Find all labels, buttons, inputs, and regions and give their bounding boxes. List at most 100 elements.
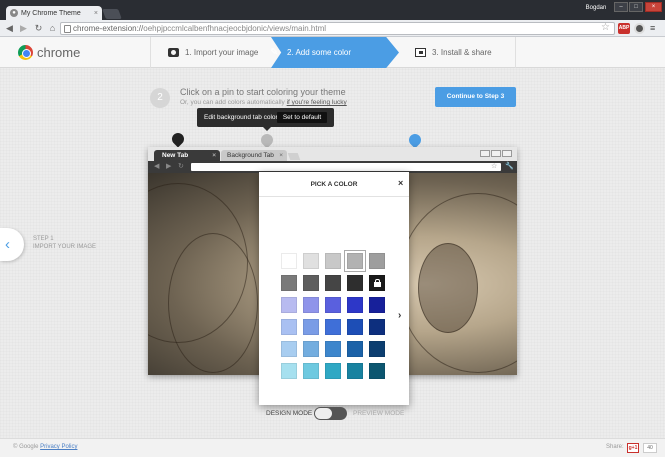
toggle-knob bbox=[315, 408, 332, 419]
preview-active-tab: New Tab × bbox=[154, 150, 220, 161]
copyright-text: © Google bbox=[13, 444, 41, 450]
step-add-color[interactable]: ✎ 2. Add some color bbox=[270, 37, 395, 68]
preview-mode-label: PREVIEW MODE bbox=[353, 410, 405, 417]
privacy-policy-link[interactable]: Privacy Policy bbox=[40, 444, 77, 450]
color-swatch[interactable] bbox=[325, 363, 341, 379]
color-swatch[interactable] bbox=[345, 251, 365, 271]
address-bar[interactable]: chrome-extension://oehpjpccmlcalbenfhnac… bbox=[60, 22, 615, 35]
footer-copyright: © Google Privacy Policy bbox=[13, 444, 77, 450]
previous-step-button[interactable]: ‹ bbox=[0, 228, 24, 261]
forward-arrow-icon[interactable]: ▶ bbox=[18, 23, 29, 34]
profile-name[interactable]: Bogdan bbox=[582, 3, 610, 13]
instruction-heading: Click on a pin to start coloring your th… bbox=[180, 87, 346, 97]
adblock-extension-icon[interactable]: ABP bbox=[618, 23, 630, 34]
next-page-arrow-icon[interactable]: › bbox=[398, 310, 401, 321]
extension-icon[interactable] bbox=[634, 23, 645, 34]
color-swatch[interactable] bbox=[303, 363, 319, 379]
paintbrush-icon: ✎ bbox=[270, 47, 279, 58]
color-swatch[interactable] bbox=[369, 275, 385, 291]
back-arrow-icon[interactable]: ◀ bbox=[4, 23, 15, 34]
color-swatch[interactable] bbox=[369, 253, 385, 269]
color-swatch[interactable] bbox=[281, 275, 297, 291]
camera-icon bbox=[168, 48, 179, 57]
picker-title: PICK A COLOR bbox=[310, 181, 358, 188]
preview-background-tab: Background Tab × bbox=[221, 150, 287, 161]
theme-creator-page: chrome 1. Import your image ✎ 2. Add som… bbox=[0, 37, 665, 457]
color-swatch[interactable] bbox=[303, 341, 319, 357]
pin-frame-icon[interactable] bbox=[169, 130, 187, 148]
step-import-image[interactable]: 1. Import your image bbox=[168, 37, 278, 68]
step-label: 3. Install & share bbox=[432, 48, 492, 57]
preview-tab-label: New Tab bbox=[162, 152, 189, 159]
color-swatch[interactable] bbox=[347, 363, 363, 379]
picker-divider bbox=[259, 196, 409, 197]
menu-icon[interactable]: ≡ bbox=[650, 23, 659, 34]
set-default-button[interactable]: Set to default bbox=[277, 112, 327, 123]
tab-close-icon[interactable]: × bbox=[94, 10, 98, 17]
color-swatch[interactable] bbox=[347, 297, 363, 313]
step-label: 1. Import your image bbox=[185, 48, 259, 57]
minimize-button[interactable]: – bbox=[614, 2, 628, 12]
previous-step-number: STEP 1 bbox=[33, 236, 54, 242]
color-swatch[interactable] bbox=[369, 319, 385, 335]
bookmark-star-icon[interactable]: ☆ bbox=[601, 22, 610, 33]
color-swatch[interactable] bbox=[281, 253, 297, 269]
browser-toolbar: ◀ ▶ ↻ ⌂ chrome-extension://oehpjpccmlcal… bbox=[0, 20, 665, 37]
picker-close-icon[interactable]: × bbox=[398, 178, 403, 188]
color-swatch[interactable] bbox=[369, 297, 385, 313]
google-plus-button[interactable]: g+1 bbox=[627, 443, 639, 453]
maximize-button[interactable]: □ bbox=[629, 2, 643, 12]
preview-star-icon: ☆ bbox=[491, 163, 498, 170]
theme-favicon-icon: ● bbox=[10, 9, 18, 17]
lock-icon bbox=[374, 279, 381, 287]
install-box-icon bbox=[415, 48, 426, 57]
mode-toggle[interactable] bbox=[314, 407, 347, 420]
page-header: chrome 1. Import your image ✎ 2. Add som… bbox=[0, 37, 665, 68]
preview-tab-close-icon: × bbox=[279, 152, 283, 159]
color-swatch[interactable] bbox=[281, 319, 297, 335]
reload-icon[interactable]: ↻ bbox=[33, 23, 44, 34]
share-label: Share: bbox=[606, 444, 624, 450]
color-swatch[interactable] bbox=[325, 297, 341, 313]
chrome-logo: chrome bbox=[18, 45, 80, 60]
tooltip-label: Edit background tab color bbox=[204, 114, 278, 121]
new-tab-button[interactable] bbox=[102, 9, 122, 19]
browser-tab[interactable]: ● My Chrome Theme × bbox=[6, 6, 102, 20]
color-swatch[interactable] bbox=[347, 319, 363, 335]
design-mode-label: DESIGN MODE bbox=[266, 410, 313, 417]
preview-back-icon: ◀ bbox=[154, 163, 160, 170]
pin-toolbar-icon[interactable] bbox=[406, 131, 424, 149]
preview-new-tab-button bbox=[287, 153, 301, 160]
logo-text: chrome bbox=[37, 45, 81, 60]
share-count: 40 bbox=[643, 443, 657, 453]
color-swatch[interactable] bbox=[347, 275, 363, 291]
close-window-button[interactable]: × bbox=[645, 2, 662, 12]
home-icon[interactable]: ⌂ bbox=[47, 23, 58, 34]
color-swatch[interactable] bbox=[369, 363, 385, 379]
color-picker-dialog: PICK A COLOR × › bbox=[259, 172, 409, 405]
color-swatch[interactable] bbox=[325, 341, 341, 357]
feeling-lucky-link[interactable]: if you're feeling lucky bbox=[287, 99, 347, 106]
previous-step-name: IMPORT YOUR IMAGE bbox=[33, 244, 97, 250]
continue-step3-button[interactable]: Continue to Step 3 bbox=[435, 87, 516, 107]
color-swatch[interactable] bbox=[303, 319, 319, 335]
instruction-subtext-prefix: Or, you can add colors automatically bbox=[180, 99, 287, 106]
step-install-share[interactable]: 3. Install & share bbox=[415, 37, 525, 68]
chrome-logo-icon bbox=[18, 45, 33, 60]
color-swatch[interactable] bbox=[281, 341, 297, 357]
header-divider bbox=[150, 37, 151, 68]
color-swatch[interactable] bbox=[303, 275, 319, 291]
color-swatch[interactable] bbox=[303, 297, 319, 313]
preview-window-buttons bbox=[480, 150, 512, 157]
color-swatch[interactable] bbox=[281, 297, 297, 313]
preview-wrench-icon: 🔧 bbox=[505, 163, 514, 170]
color-swatch[interactable] bbox=[325, 253, 341, 269]
color-swatch[interactable] bbox=[347, 341, 363, 357]
page-footer: © Google Privacy Policy Share: g+1 40 bbox=[0, 438, 665, 457]
color-swatch[interactable] bbox=[369, 341, 385, 357]
color-swatch[interactable] bbox=[325, 319, 341, 335]
color-swatch[interactable] bbox=[303, 253, 319, 269]
color-swatch[interactable] bbox=[325, 275, 341, 291]
color-swatch[interactable] bbox=[281, 363, 297, 379]
preview-omnibox bbox=[191, 163, 501, 171]
